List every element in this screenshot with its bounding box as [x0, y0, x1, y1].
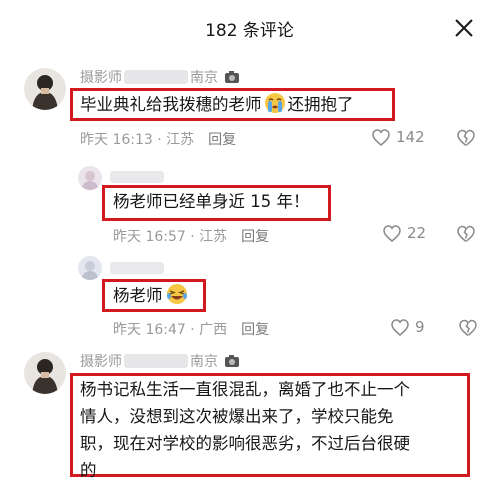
- like-button[interactable]: 142: [372, 128, 425, 146]
- camera-icon: [225, 355, 240, 367]
- crying-face-emoji: [264, 93, 285, 113]
- comment-username[interactable]: 摄影师 南京: [80, 67, 240, 87]
- heart-icon: [372, 128, 390, 146]
- comments-title: 182 条评论: [205, 21, 294, 41]
- comments-header: 182 条评论: [0, 0, 499, 56]
- comment-meta: 昨天 16:57 · 江苏 回复: [113, 229, 270, 245]
- broken-heart-icon[interactable]: [459, 319, 477, 337]
- comment-text: 毕业典礼给我拨穗的老师 还拥抱了: [80, 92, 354, 117]
- close-icon[interactable]: [452, 16, 476, 40]
- avatar[interactable]: [24, 352, 66, 394]
- comment-username-blurred[interactable]: [110, 262, 164, 278]
- like-count: 22: [407, 224, 427, 242]
- avatar[interactable]: [78, 256, 102, 280]
- avatar[interactable]: [78, 166, 102, 190]
- heart-icon: [391, 318, 409, 336]
- comment-meta: 昨天 16:47 · 广西 回复: [113, 322, 270, 338]
- comment-text: 杨老师已经单身近 15 年！: [113, 192, 310, 211]
- comment-text: 杨老师: [113, 283, 188, 308]
- like-button[interactable]: 9: [391, 318, 425, 336]
- heart-icon: [383, 224, 401, 242]
- like-count: 142: [396, 128, 425, 146]
- reply-button[interactable]: 回复: [208, 132, 236, 148]
- like-count: 9: [415, 318, 425, 336]
- camera-icon: [225, 71, 240, 83]
- laughing-crying-emoji: [166, 284, 187, 304]
- comment-meta: 昨天 16:13 · 江苏 回复: [80, 132, 237, 148]
- blurred-name: [124, 70, 188, 84]
- comment-username[interactable]: 摄影师 南京: [80, 351, 240, 371]
- reply-button[interactable]: 回复: [241, 322, 269, 338]
- broken-heart-icon[interactable]: [457, 129, 475, 147]
- comment-text: 杨书记私生活一直很混乱，离婚了也不止一个 情人，没想到这次被爆出来了，学校只能免…: [80, 380, 410, 480]
- blurred-name: [124, 354, 188, 368]
- avatar[interactable]: [24, 68, 66, 110]
- reply-button[interactable]: 回复: [241, 229, 269, 245]
- like-button[interactable]: 22: [383, 224, 426, 242]
- broken-heart-icon[interactable]: [457, 225, 475, 243]
